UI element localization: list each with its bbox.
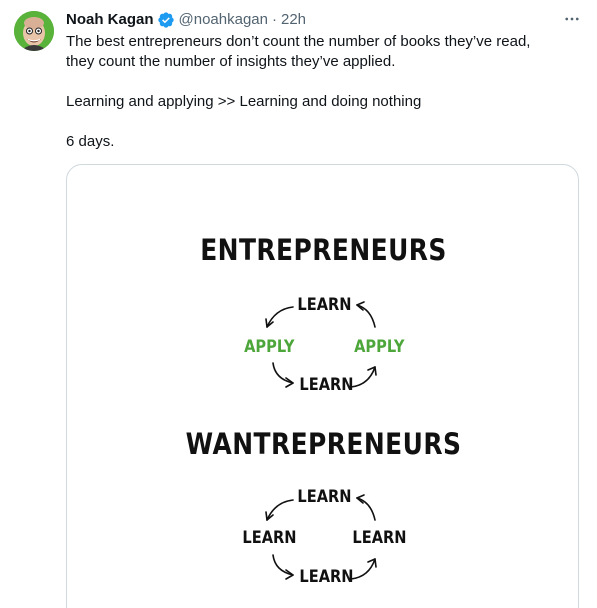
avatar[interactable] <box>14 11 54 51</box>
tweet-card[interactable]: Noah Kagan @noahkagan · 22h The best ent… <box>0 0 597 608</box>
tweet-header: Noah Kagan @noahkagan · 22h <box>66 10 577 30</box>
header-separator: · <box>271 11 277 28</box>
tweet-timestamp[interactable]: 22h <box>281 10 306 30</box>
cycle-top-label: LEARN <box>297 487 352 507</box>
tweet-text-line: The best entrepreneurs don’t count the n… <box>66 33 531 50</box>
cycle-right-label: LEARN <box>352 528 407 548</box>
avatar-photo-icon <box>14 11 54 51</box>
tweet-image[interactable]: ENTREPRENEURS LEARN APPLY APPLY LEARN WA… <box>66 164 579 608</box>
author-handle[interactable]: @noahkagan <box>179 10 268 30</box>
tweet-text-line: they count the number of insights they’v… <box>66 53 396 70</box>
cycle-arrows-icon <box>265 301 377 580</box>
tweet-text-line: 6 days. <box>66 133 115 150</box>
verified-badge-icon <box>157 11 175 29</box>
tweet-text: The best entrepreneurs don’t count the n… <box>66 32 576 152</box>
cycle-bottom-label: LEARN <box>299 567 354 587</box>
author-display-name[interactable]: Noah Kagan <box>66 10 154 30</box>
tweet-text-line: Learning and applying >> Learning and do… <box>66 93 422 110</box>
more-options-icon[interactable] <box>561 9 583 29</box>
cycle-left-label: LEARN <box>242 528 297 548</box>
image-title-wantrepreneurs: WANTREPRENEURS <box>185 427 462 461</box>
